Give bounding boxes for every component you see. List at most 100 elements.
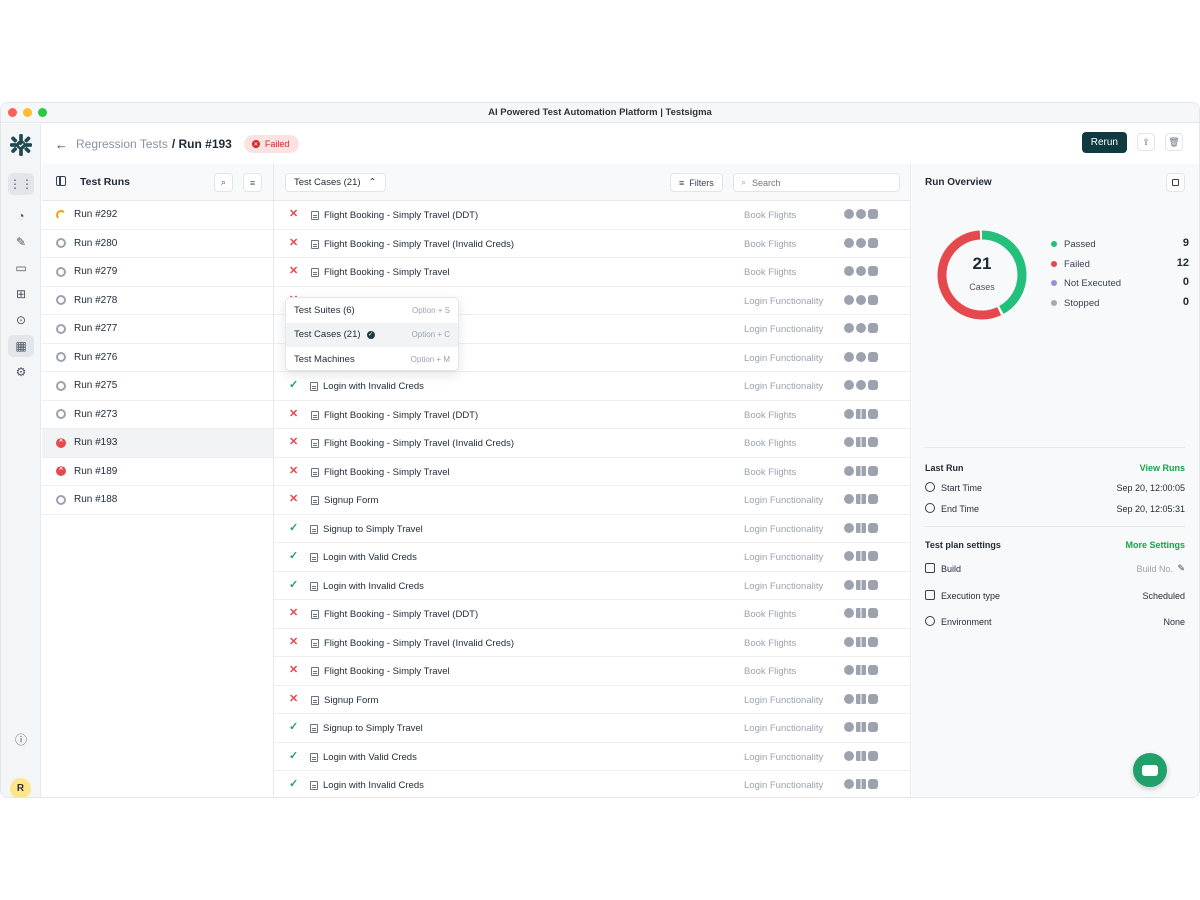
- folder-icon[interactable]: ▭: [8, 257, 34, 279]
- platform-icons: [844, 465, 878, 476]
- test-case-row[interactable]: ✓ Login with Valid Creds Login Functionali…: [274, 543, 910, 572]
- total-cases-label: Cases: [969, 282, 995, 292]
- view-selector-dropdown[interactable]: Test Cases (21) ⌃: [285, 173, 386, 192]
- back-arrow-icon[interactable]: ←: [55, 137, 69, 152]
- more-settings-link[interactable]: More Settings: [1125, 540, 1185, 550]
- run-row[interactable]: Run #276: [42, 344, 273, 372]
- test-case-row[interactable]: ✕ Flight Booking - Simply Travel (DDT) Boo…: [274, 600, 910, 629]
- dashboard-icon[interactable]: ◔: [8, 205, 34, 227]
- legend-item: Failed 12: [1049, 257, 1189, 273]
- filter-icon[interactable]: ≡: [243, 173, 262, 192]
- trash-icon[interactable]: 🗑: [1165, 133, 1183, 151]
- test-case-suite: Login Functionality: [744, 580, 824, 592]
- menu-item[interactable]: Test Cases (21) ✓ Option + C: [286, 322, 458, 347]
- edge-browser-icon: [844, 693, 854, 704]
- search-box[interactable]: ⌕: [733, 173, 900, 192]
- build-row: Build Build No. ✎: [925, 563, 1185, 577]
- share-icon[interactable]: ⇪: [1137, 133, 1155, 151]
- stopped-status-icon: [56, 494, 66, 505]
- run-row[interactable]: Run #280: [42, 230, 273, 258]
- menu-item[interactable]: Test Machines Option + M: [286, 347, 458, 372]
- run-row[interactable]: Run #278: [42, 287, 273, 315]
- edit-pencil-icon[interactable]: ✎: [1177, 563, 1185, 574]
- view-runs-link[interactable]: View Runs: [1140, 463, 1185, 473]
- fail-x-icon: ✕: [289, 236, 299, 249]
- test-case-doc-icon: [311, 410, 319, 420]
- run-row[interactable]: Run #189: [42, 458, 273, 486]
- run-row[interactable]: Run #279: [42, 258, 273, 287]
- test-case-name: Flight Booking - Simply Travel (DDT): [324, 609, 479, 620]
- help-icon[interactable]: ⓘ: [8, 728, 34, 750]
- test-case-row[interactable]: ✕ Flight Booking - Simply Travel Book Flig…: [274, 258, 910, 287]
- breadcrumb-parent[interactable]: Regression Tests: [76, 137, 168, 151]
- settings-gear-icon: [868, 722, 878, 732]
- build-value[interactable]: Build No.: [1136, 564, 1173, 574]
- menu-item[interactable]: Test Suites (6) Option + S: [286, 298, 458, 323]
- chevron-up-icon: ⌃: [368, 177, 377, 188]
- test-case-name: Flight Booking - Simply Travel (Invalid …: [324, 238, 515, 250]
- run-row[interactable]: Run #277: [42, 315, 273, 344]
- platform-icons: [844, 266, 878, 276]
- settings-gear-icon: [868, 579, 878, 590]
- modules-icon[interactable]: ⊞: [8, 283, 34, 305]
- test-case-suite: Book Flights: [744, 210, 797, 221]
- fail-x-icon: ✕: [289, 407, 299, 420]
- chat-support-button[interactable]: [1133, 753, 1167, 787]
- test-case-row[interactable]: ✕ Flight Booking - Simply Travel (DDT) Boo…: [274, 201, 910, 230]
- pass-check-icon: ✓: [289, 721, 299, 733]
- test-case-row[interactable]: ✕ Flight Booking - Simply Travel (Invalid…: [274, 230, 910, 258]
- environment-row: Environment None: [925, 616, 1185, 630]
- pass-check-icon: ✓: [289, 578, 299, 591]
- run-row[interactable]: Run #193: [42, 429, 273, 458]
- test-case-row[interactable]: ✓ Login with Invalid Creds Login Functiona…: [274, 372, 910, 401]
- test-case-suite: Login Functionality: [744, 324, 824, 335]
- windows-icon: [856, 750, 866, 761]
- chrome-browser-icon: [844, 209, 854, 219]
- test-case-row[interactable]: ✕ Signup Form Login Functionality: [274, 686, 910, 714]
- failed-status-icon: [56, 435, 66, 448]
- windows-icon: [856, 522, 866, 533]
- settings-gear-icon: [868, 408, 878, 419]
- test-case-suite: Login Functionality: [744, 352, 824, 364]
- test-case-row[interactable]: ✕ Signup Form Login Functionality: [274, 486, 910, 515]
- test-case-name: Signup Form: [324, 495, 379, 506]
- filters-button[interactable]: ≡ Filters: [670, 173, 723, 192]
- collapse-panel-icon[interactable]: [56, 176, 66, 186]
- platform-icons: [844, 494, 878, 504]
- test-case-row[interactable]: ✓ Login with Invalid Creds Login Functiona…: [274, 572, 910, 600]
- apps-grid-icon[interactable]: ⋮⋮: [8, 173, 34, 195]
- user-avatar[interactable]: R: [10, 778, 31, 797]
- search-icon[interactable]: ⌕: [214, 173, 233, 192]
- settings-gear-icon: [868, 465, 878, 476]
- run-row[interactable]: Run #188: [42, 486, 273, 515]
- test-case-row[interactable]: ✕ Flight Booking - Simply Travel Book Flig…: [274, 657, 910, 686]
- edit-icon[interactable]: ✎: [8, 231, 34, 253]
- settings-gear-icon: [868, 665, 878, 675]
- run-row[interactable]: Run #292: [42, 201, 273, 230]
- test-case-suite: Login Functionality: [744, 523, 824, 535]
- expand-panel-icon[interactable]: [1166, 173, 1185, 192]
- run-label: Run #276: [74, 351, 118, 363]
- search-input[interactable]: [752, 177, 883, 188]
- test-case-suite: Login Functionality: [744, 751, 824, 763]
- settings-gear-icon: [868, 551, 878, 561]
- reports-icon[interactable]: ▦: [8, 335, 34, 357]
- run-icon[interactable]: ⊙: [8, 309, 34, 331]
- test-case-row[interactable]: ✓ Login with Valid Creds Login Functionali…: [274, 743, 910, 771]
- status-badge: ✕ Failed: [243, 135, 300, 153]
- test-case-row[interactable]: ✕ Flight Booking - Simply Travel (Invalid…: [274, 429, 910, 458]
- run-label: Run #275: [74, 380, 118, 392]
- test-case-row[interactable]: ✓ Signup to Simply Travel Login Functional…: [274, 515, 910, 543]
- rerun-button[interactable]: Rerun: [1081, 132, 1127, 153]
- run-row[interactable]: Run #275: [42, 372, 273, 401]
- testsigma-logo-icon[interactable]: [10, 134, 32, 156]
- test-case-row[interactable]: ✕ Flight Booking - Simply Travel (Invalid…: [274, 629, 910, 657]
- chrome-browser-icon: [844, 294, 854, 305]
- test-case-row[interactable]: ✕ Flight Booking - Simply Travel Book Flig…: [274, 458, 910, 486]
- run-row[interactable]: Run #273: [42, 401, 273, 429]
- run-overview-header: Run Overview: [912, 164, 1199, 201]
- test-case-row[interactable]: ✓ Login with Invalid Creds Login Functiona…: [274, 771, 910, 797]
- test-case-row[interactable]: ✓ Signup to Simply Travel Login Functional…: [274, 714, 910, 743]
- test-case-row[interactable]: ✕ Flight Booking - Simply Travel (DDT) Boo…: [274, 401, 910, 429]
- settings-gear-icon[interactable]: ⚙: [8, 361, 34, 383]
